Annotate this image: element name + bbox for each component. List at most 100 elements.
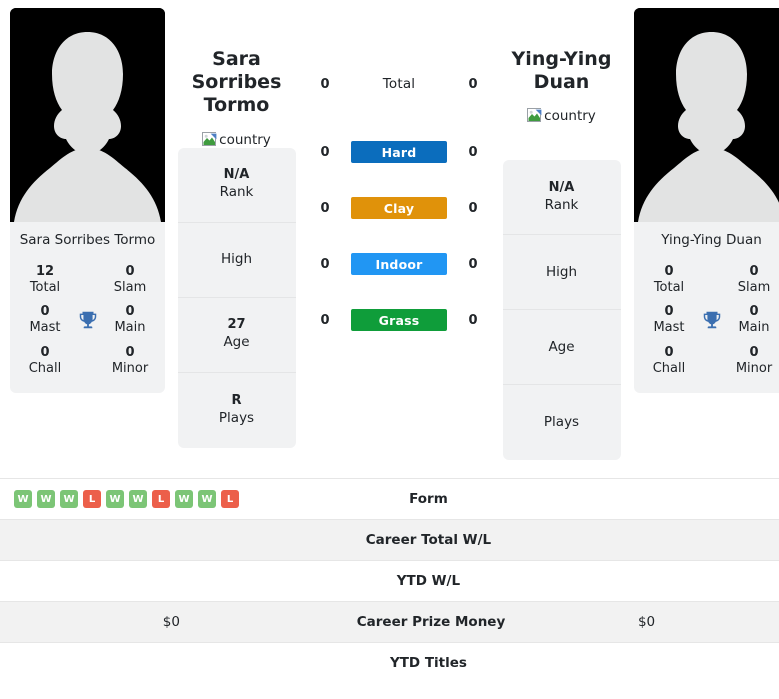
left-stat-total: 12 Total <box>20 264 70 297</box>
right-card-player-name: Ying-Ying Duan <box>661 232 762 248</box>
row-left-value: WWWLWWLWWL <box>0 479 343 520</box>
left-name-info-column: Sara Sorribes Tormo country N/A Rank Hig… <box>174 8 299 448</box>
right-player-column: Ying-Ying Duan 0 Total 0 Slam 0 Mast 0 M… <box>624 8 779 394</box>
right-titles-row-2: 0 Mast 0 Main <box>640 298 779 339</box>
form-result-badge[interactable]: W <box>106 490 124 508</box>
form-result-badge[interactable]: L <box>152 490 170 508</box>
player-comparison-page: Sara Sorribes Tormo 12 Total 0 Slam 0 Ma… <box>0 0 779 699</box>
left-stat-mast-label: Mast <box>29 320 61 336</box>
left-name-block: Sara Sorribes Tormo country <box>174 26 299 148</box>
form-result-badge[interactable]: L <box>83 490 101 508</box>
surface-row-total: 0 Total 0 <box>299 66 499 102</box>
right-name-block: Ying-Ying Duan country <box>499 26 624 124</box>
form-result-badge[interactable]: W <box>37 490 55 508</box>
left-info-plays-label: Plays <box>218 409 255 426</box>
right-stat-total: 0 Total <box>644 264 694 297</box>
left-info-rank: N/A Rank <box>177 148 296 223</box>
left-player-card[interactable]: Sara Sorribes Tormo 12 Total 0 Slam 0 Ma… <box>10 8 165 394</box>
left-stat-minor-value: 0 <box>125 344 135 360</box>
surface-titles-column: 0 Total 0 0 Hard 0 0 Clay 0 0 Indoor 0 0… <box>299 8 499 348</box>
row-right-value <box>514 520 779 561</box>
row-left-value <box>0 520 343 561</box>
right-titles-row-1: 0 Total 0 Slam <box>640 258 779 299</box>
surface-grass-left-value: 0 <box>320 312 330 328</box>
right-player-name: Ying-Ying Duan <box>511 48 612 94</box>
left-stat-main-label: Main <box>114 320 146 336</box>
right-stat-main: 0 Main <box>729 304 779 337</box>
row-label: YTD Titles <box>389 655 467 672</box>
left-titles-grid: 12 Total 0 Slam 0 Mast 0 Main 0 Chall 0 … <box>10 254 165 394</box>
table-row: W W W L W W L W W L Form <box>0 478 779 520</box>
right-stat-main-label: Main <box>738 320 770 336</box>
right-country-alt-text: country <box>544 108 596 125</box>
surface-hard-badge[interactable]: Hard <box>351 141 447 163</box>
left-titles-row-2: 0 Mast 0 Main <box>16 298 159 339</box>
surface-indoor-badge[interactable]: Indoor <box>351 253 447 275</box>
left-stat-slam: 0 Slam <box>105 264 155 297</box>
left-stat-minor: 0 Minor <box>105 345 155 378</box>
left-stat-slam-label: Slam <box>113 279 147 295</box>
comparison-table-body: W W W L W W L W W L Form Career Total W/L YTD W/L $0 C… <box>0 478 779 684</box>
comparison-header: Sara Sorribes Tormo 12 Total 0 Slam 0 Ma… <box>0 0 779 478</box>
right-stat-chall-value: 0 <box>664 344 674 360</box>
surface-grass-right-value: 0 <box>468 312 478 328</box>
surface-hard-right-value: 0 <box>468 144 478 160</box>
right-info-rank-label: Rank <box>544 197 579 214</box>
right-stat-total-value: 0 <box>664 263 674 279</box>
form-result-badge[interactable]: W <box>60 490 78 508</box>
row-right-value <box>514 561 779 602</box>
left-info-rank-label: Rank <box>219 184 254 201</box>
right-info-high-label: High <box>545 263 578 280</box>
right-stat-chall: 0 Chall <box>644 345 694 378</box>
right-titles-grid: 0 Total 0 Slam 0 Mast 0 Main 0 Chall 0 M… <box>634 254 779 394</box>
left-player-photo <box>10 8 165 222</box>
surface-total-right-value: 0 <box>468 76 478 92</box>
trophy-icon <box>79 312 96 329</box>
form-result-badge[interactable]: W <box>129 490 147 508</box>
form-result-badge[interactable]: W <box>14 490 32 508</box>
surface-total-label: Total <box>382 76 416 92</box>
surface-hard-left-value: 0 <box>320 144 330 160</box>
surface-total-left-value: 0 <box>320 76 330 92</box>
right-info-plays-label: Plays <box>543 414 580 431</box>
right-stat-mast: 0 Mast <box>644 304 694 337</box>
left-titles-row-3: 0 Chall 0 Minor <box>16 339 159 380</box>
right-stat-minor-value: 0 <box>749 344 759 360</box>
left-country-flag-line: country <box>174 131 299 148</box>
right-player-card[interactable]: Ying-Ying Duan 0 Total 0 Slam 0 Mast 0 M… <box>634 8 779 394</box>
right-info-age-label: Age <box>548 338 575 355</box>
right-info-plays: Plays <box>503 385 621 460</box>
left-country-alt-text: country <box>219 131 271 148</box>
table-row: Career Total W/L <box>0 519 779 561</box>
row-right-value <box>514 643 779 684</box>
form-result-badge[interactable]: W <box>198 490 216 508</box>
left-info-age-value: 27 <box>227 317 246 333</box>
left-stat-total-label: Total <box>29 279 61 295</box>
right-country-flag-line: country <box>499 108 624 124</box>
right-stat-minor-label: Minor <box>735 360 773 376</box>
right-stat-mast-label: Mast <box>653 320 685 336</box>
comparison-table: W W W L W W L W W L Form Career Total W/L YTD W/L $0 C… <box>0 478 779 684</box>
left-titles-row-1: 12 Total 0 Slam <box>16 258 159 299</box>
form-result-badge[interactable]: W <box>175 490 193 508</box>
left-player-name: Sara Sorribes Tormo <box>191 48 282 117</box>
right-info-high: High <box>502 235 621 311</box>
form-result-badge[interactable]: L <box>221 490 239 508</box>
right-stat-slam-label: Slam <box>737 279 771 295</box>
surface-clay-badge[interactable]: Clay <box>351 197 447 219</box>
left-stat-main-value: 0 <box>125 304 135 320</box>
broken-image-icon <box>527 108 543 124</box>
left-stat-chall: 0 Chall <box>20 345 70 378</box>
row-label: YTD W/L <box>396 573 461 589</box>
surface-clay-right-value: 0 <box>468 200 478 216</box>
right-titles-row-3: 0 Chall 0 Minor <box>640 339 779 380</box>
right-stat-chall-label: Chall <box>652 360 686 376</box>
right-trophy-wrap <box>695 309 729 331</box>
row-label: Career Total W/L <box>365 532 492 548</box>
player-silhouette-icon <box>634 8 779 222</box>
right-stat-slam: 0 Slam <box>729 264 779 297</box>
surface-grass-badge[interactable]: Grass <box>351 309 447 331</box>
left-info-plays-value: R <box>231 392 242 408</box>
left-player-column: Sara Sorribes Tormo 12 Total 0 Slam 0 Ma… <box>0 8 174 394</box>
left-info-rank-value: N/A <box>223 167 250 183</box>
